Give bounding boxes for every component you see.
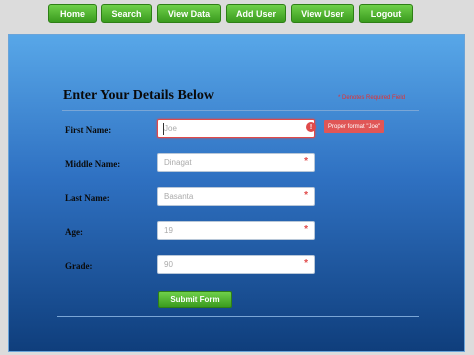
age-value: 19 [164, 226, 173, 235]
grade-value: 90 [164, 260, 173, 269]
last-name-label: Last Name: [65, 193, 110, 203]
nav-search-button[interactable]: Search [101, 4, 152, 23]
first-name-value: Joe [164, 124, 177, 133]
divider-bottom [57, 316, 419, 317]
middle-name-value: Dinagat [164, 158, 192, 167]
grade-label: Grade: [65, 261, 93, 271]
last-name-value: Basanta [164, 192, 194, 201]
app-window: Home Search View Data Add User View User… [0, 0, 474, 355]
nav-view-user-button[interactable]: View User [291, 4, 354, 23]
required-asterisk: * [304, 224, 308, 235]
required-note: * Denotes Required Field [338, 95, 406, 101]
required-asterisk: * [304, 190, 308, 201]
age-input[interactable]: 19 * [157, 221, 315, 240]
last-name-input[interactable]: Basanta * [157, 187, 315, 206]
age-label: Age: [65, 227, 83, 237]
top-nav: Home Search View Data Add User View User… [0, 4, 474, 24]
divider-top [62, 110, 419, 111]
submit-form-button[interactable]: Submit Form [158, 291, 232, 308]
error-icon: ! [306, 122, 316, 132]
nav-home-button[interactable]: Home [48, 4, 97, 23]
middle-name-input[interactable]: Dinagat * [157, 153, 315, 172]
nav-add-user-button[interactable]: Add User [226, 4, 286, 23]
nav-logout-button[interactable]: Logout [359, 4, 413, 23]
first-name-input[interactable]: Joe [157, 119, 315, 138]
first-name-label: First Name: [65, 125, 112, 135]
nav-view-data-button[interactable]: View Data [157, 4, 221, 23]
required-asterisk: * [304, 156, 308, 167]
grade-input[interactable]: 90 * [157, 255, 315, 274]
required-asterisk: * [304, 258, 308, 269]
form-title: Enter Your Details Below [63, 88, 215, 103]
middle-name-label: Middle Name: [65, 159, 121, 169]
error-tooltip: Proper format "Joe" [324, 120, 385, 133]
